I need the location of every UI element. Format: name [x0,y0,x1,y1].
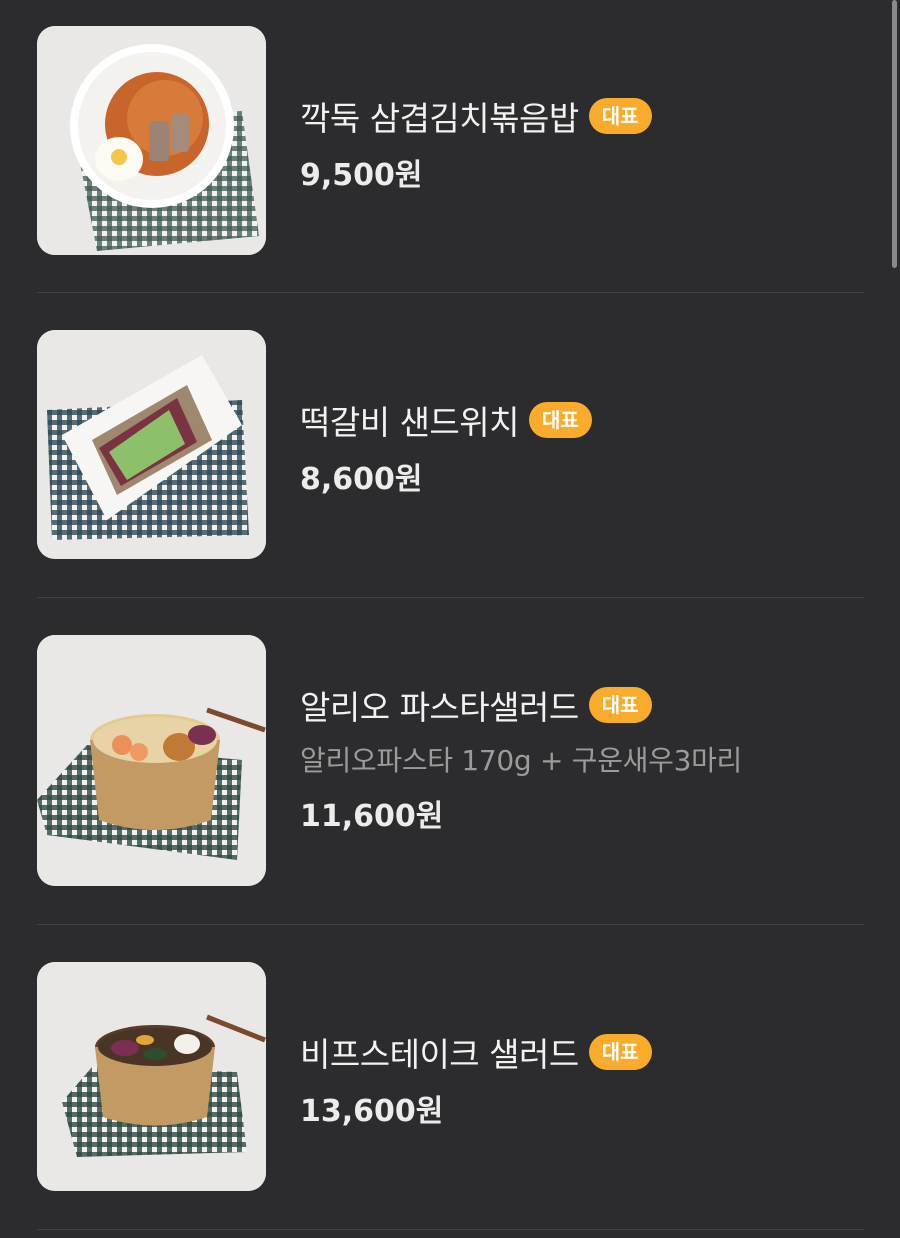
signature-badge: 대표 [529,402,592,438]
menu-item[interactable]: 알리오 파스타샐러드 대표 알리오파스타 170g + 구운새우3마리 11,6… [37,635,864,925]
menu-item-description: 알리오파스타 170g + 구운새우3마리 [300,744,743,777]
menu-item-price: 11,600원 [300,799,444,834]
signature-badge: 대표 [588,1034,652,1070]
menu-item-photo[interactable] [37,330,266,559]
divider [37,924,864,925]
menu-item-photo[interactable] [37,962,266,1191]
food-photo-icon [37,962,266,1191]
divider [37,1229,864,1230]
menu-item-title-row: 비프스테이크 샐러드 대표 [300,1030,864,1074]
divider [37,597,864,598]
menu-item-title-row: 깍둑 삼겹김치볶음밥 대표 [300,94,864,138]
signature-badge: 대표 [588,98,652,134]
food-photo-icon [37,330,266,559]
menu-page: 깍둑 삼겹김치볶음밥 대표 9,500원 떡갈비 샌드위치 대표 8,600원 … [0,0,900,1238]
menu-item-name: 깍둑 삼겹김치볶음밥 [300,99,579,138]
food-photo-icon [37,635,266,886]
divider [37,292,864,293]
menu-item-text: 알리오 파스타샐러드 대표 알리오파스타 170g + 구운새우3마리 11,6… [300,683,864,835]
menu-item-name: 알리오 파스타샐러드 [300,688,579,727]
menu-item-text: 비프스테이크 샐러드 대표 13,600원 [300,1030,864,1130]
menu-item-text: 떡갈비 샌드위치 대표 8,600원 [300,398,864,498]
menu-item-title-row: 알리오 파스타샐러드 대표 [300,683,864,727]
menu-item-photo[interactable] [37,26,266,255]
menu-item-name: 떡갈비 샌드위치 [300,403,520,442]
menu-item[interactable]: 깍둑 삼겹김치볶음밥 대표 9,500원 [37,26,864,294]
menu-item-price: 13,600원 [300,1094,444,1129]
menu-item[interactable]: 비프스테이크 샐러드 대표 13,600원 [37,962,864,1230]
scrollbar[interactable] [892,0,897,268]
menu-item-photo[interactable] [37,635,266,886]
menu-item-text: 깍둑 삼겹김치볶음밥 대표 9,500원 [300,94,864,194]
food-photo-icon [37,26,266,255]
menu-item[interactable]: 떡갈비 샌드위치 대표 8,600원 [37,330,864,598]
menu-item-name: 비프스테이크 샐러드 [300,1035,579,1074]
signature-badge: 대표 [588,687,652,723]
menu-item-price: 8,600원 [300,462,423,497]
menu-item-price: 9,500원 [300,158,423,193]
menu-item-title-row: 떡갈비 샌드위치 대표 [300,398,864,442]
